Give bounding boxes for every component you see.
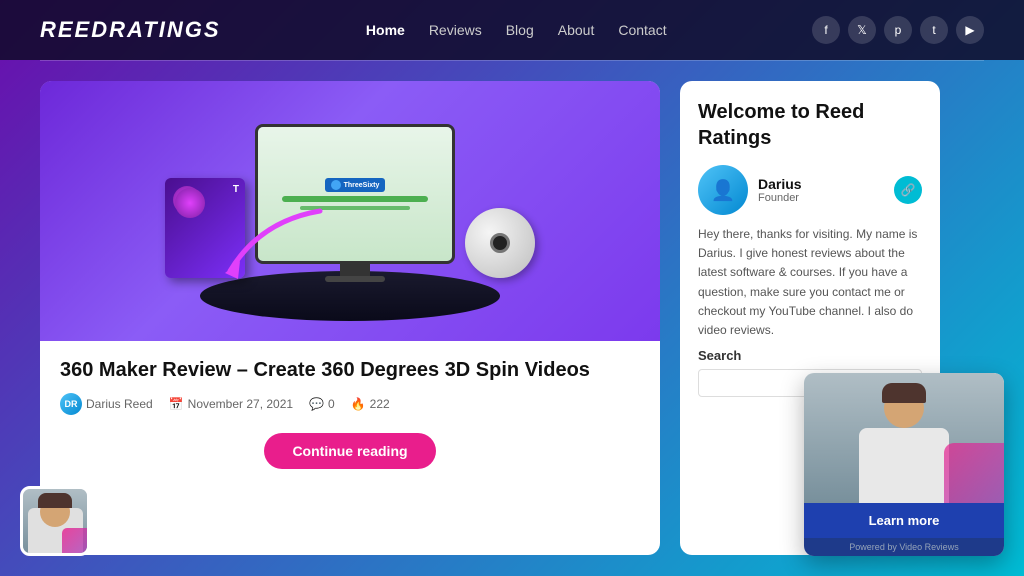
calendar-icon: 📅 [169,397,184,411]
comment-count: 0 [328,397,335,411]
product-box: T [165,178,245,278]
pinterest-icon[interactable]: p [884,16,912,44]
facebook-icon[interactable]: f [812,16,840,44]
nav-blog[interactable]: Blog [506,22,534,38]
sidebar-description: Hey there, thanks for visiting. My name … [698,225,922,340]
nav-home[interactable]: Home [366,22,405,38]
search-label: Search [698,348,922,363]
article-title: 360 Maker Review – Create 360 Degrees 3D… [60,357,640,383]
author-full-name: Darius [758,176,884,192]
view-count: 222 [370,397,390,411]
article-meta: DR Darius Reed 📅 November 27, 2021 💬 0 🔥… [60,393,640,415]
monitor-stand [340,264,370,276]
author-meta: DR Darius Reed [60,393,153,415]
logo: ReedRatings [40,17,221,43]
article-image: T ThreeSixty [40,81,660,341]
video-thumbnail [804,373,1004,503]
tumblr-icon[interactable]: t [920,16,948,44]
fire-icon: 🔥 [351,397,366,411]
video-pink-accent [944,443,1004,503]
article-body: 360 Maker Review – Create 360 Degrees 3D… [40,341,660,555]
header: ReedRatings Home Reviews Blog About Cont… [0,0,1024,60]
powered-by-label: Powered by Video Reviews [804,538,1004,556]
sidebar-welcome-title: Welcome to Reed Ratings [698,99,922,151]
views-meta: 🔥 222 [351,397,390,411]
monitor-base [325,276,385,282]
video-review-overlay[interactable]: Learn more Powered by Video Reviews [804,373,1004,556]
nav-reviews[interactable]: Reviews [429,22,482,38]
avatar-pink-accent [62,528,87,553]
author-role: Founder [758,192,884,204]
camera-sphere [465,208,535,278]
comment-icon: 💬 [309,397,324,411]
article-date: November 27, 2021 [188,397,293,411]
author-name: Darius Reed [86,397,153,411]
main-nav: Home Reviews Blog About Contact [366,22,667,38]
product-display: T ThreeSixty [165,124,535,298]
bottom-left-avatar [20,486,90,556]
author-row: 👤 Darius Founder 🔗 [698,165,922,215]
author-link-button[interactable]: 🔗 [894,176,922,204]
twitter-icon[interactable]: 𝕏 [848,16,876,44]
author-avatar-small: DR [60,393,82,415]
date-meta: 📅 November 27, 2021 [169,397,293,411]
monitor: ThreeSixty [255,124,455,264]
learn-more-button[interactable]: Learn more [804,503,1004,538]
nav-about[interactable]: About [558,22,595,38]
social-icons-group: f 𝕏 p t ▶ [812,16,984,44]
monitor-brand: ThreeSixty [325,178,386,192]
youtube-icon[interactable]: ▶ [956,16,984,44]
author-avatar: 👤 [698,165,748,215]
nav-contact[interactable]: Contact [618,22,666,38]
article-card: T ThreeSixty [40,81,660,555]
author-info: Darius Founder [758,176,884,204]
continue-reading-button[interactable]: Continue reading [264,433,435,469]
comments-meta: 💬 0 [309,397,335,411]
